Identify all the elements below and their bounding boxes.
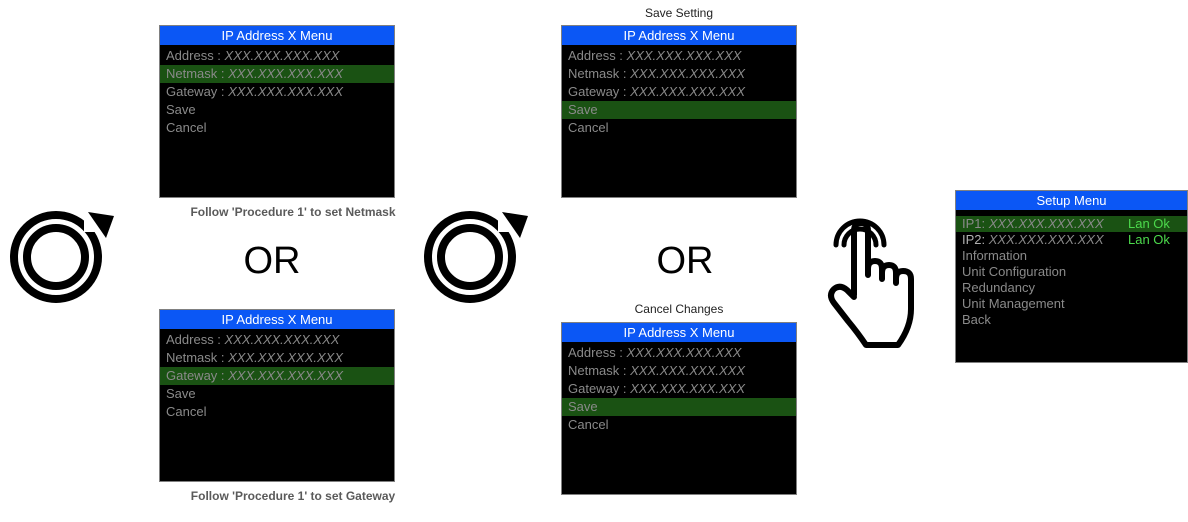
screen-title: IP Address X Menu xyxy=(562,26,796,45)
menu-item-netmask[interactable]: Netmask : XXX.XXX.XXX.XXX xyxy=(562,65,796,83)
menu-item-redundancy[interactable]: Redundancy xyxy=(956,280,1187,296)
menu-item-address[interactable]: Address : XXX.XXX.XXX.XXX xyxy=(562,47,796,65)
menu-item-address[interactable]: Address : XXX.XXX.XXX.XXX xyxy=(160,47,394,65)
ip-menu-netmask-screen: IP Address X Menu Address : XXX.XXX.XXX.… xyxy=(159,25,395,198)
menu-item-gateway[interactable]: Gateway : XXX.XXX.XXX.XXX xyxy=(160,83,394,101)
menu-item-netmask[interactable]: Netmask : XXX.XXX.XXX.XXX xyxy=(562,362,796,380)
menu-item-gateway[interactable]: Gateway : XXX.XXX.XXX.XXX xyxy=(160,367,394,385)
ip-menu-cancel-screen: IP Address X Menu Address : XXX.XXX.XXX.… xyxy=(561,322,797,495)
caption-gateway: Follow 'Procedure 1' to set Gateway xyxy=(190,489,396,503)
menu-item-save[interactable]: Save xyxy=(562,398,796,416)
menu-item-netmask[interactable]: Netmask : XXX.XXX.XXX.XXX xyxy=(160,349,394,367)
menu-item-address[interactable]: Address : XXX.XXX.XXX.XXX xyxy=(562,344,796,362)
setup-menu-screen: Setup Menu IP1: XXX.XXX.XXX.XXX Lan Ok IP… xyxy=(955,190,1188,363)
menu-item-back[interactable]: Back xyxy=(956,312,1187,328)
cancel-changes-label: Cancel Changes xyxy=(634,302,724,316)
screen-title: IP Address X Menu xyxy=(160,310,394,329)
or-label: OR xyxy=(243,240,301,282)
menu-item-address[interactable]: Address : XXX.XXX.XXX.XXX xyxy=(160,331,394,349)
rotate-knob-icon xyxy=(10,211,114,303)
save-setting-label: Save Setting xyxy=(644,6,714,20)
ip-menu-gateway-screen: IP Address X Menu Address : XXX.XXX.XXX.… xyxy=(159,309,395,482)
screen-title: IP Address X Menu xyxy=(160,26,394,45)
menu-item-ip1[interactable]: IP1: XXX.XXX.XXX.XXX Lan Ok xyxy=(956,216,1187,232)
menu-item-cancel[interactable]: Cancel xyxy=(562,119,796,137)
menu-item-cancel[interactable]: Cancel xyxy=(160,119,394,137)
press-finger-icon xyxy=(828,218,914,348)
rotate-knob-icon xyxy=(424,211,528,303)
menu-item-unit-configuration[interactable]: Unit Configuration xyxy=(956,264,1187,280)
menu-item-save[interactable]: Save xyxy=(160,385,394,403)
menu-item-cancel[interactable]: Cancel xyxy=(160,403,394,421)
caption-netmask: Follow 'Procedure 1' to set Netmask xyxy=(190,205,396,219)
status-badge: Lan Ok xyxy=(1128,216,1170,231)
menu-item-save[interactable]: Save xyxy=(562,101,796,119)
menu-item-information[interactable]: Information xyxy=(956,248,1187,264)
menu-item-ip2[interactable]: IP2: XXX.XXX.XXX.XXX Lan Ok xyxy=(956,232,1187,248)
or-label: OR xyxy=(656,240,714,282)
ip-menu-save-screen: IP Address X Menu Address : XXX.XXX.XXX.… xyxy=(561,25,797,198)
menu-item-netmask[interactable]: Netmask : XXX.XXX.XXX.XXX xyxy=(160,65,394,83)
menu-item-unit-management[interactable]: Unit Management xyxy=(956,296,1187,312)
screen-title: Setup Menu xyxy=(956,191,1187,210)
menu-item-cancel[interactable]: Cancel xyxy=(562,416,796,434)
menu-item-gateway[interactable]: Gateway : XXX.XXX.XXX.XXX xyxy=(562,380,796,398)
status-badge: Lan Ok xyxy=(1128,232,1170,247)
menu-item-save[interactable]: Save xyxy=(160,101,394,119)
screen-title: IP Address X Menu xyxy=(562,323,796,342)
menu-item-gateway[interactable]: Gateway : XXX.XXX.XXX.XXX xyxy=(562,83,796,101)
